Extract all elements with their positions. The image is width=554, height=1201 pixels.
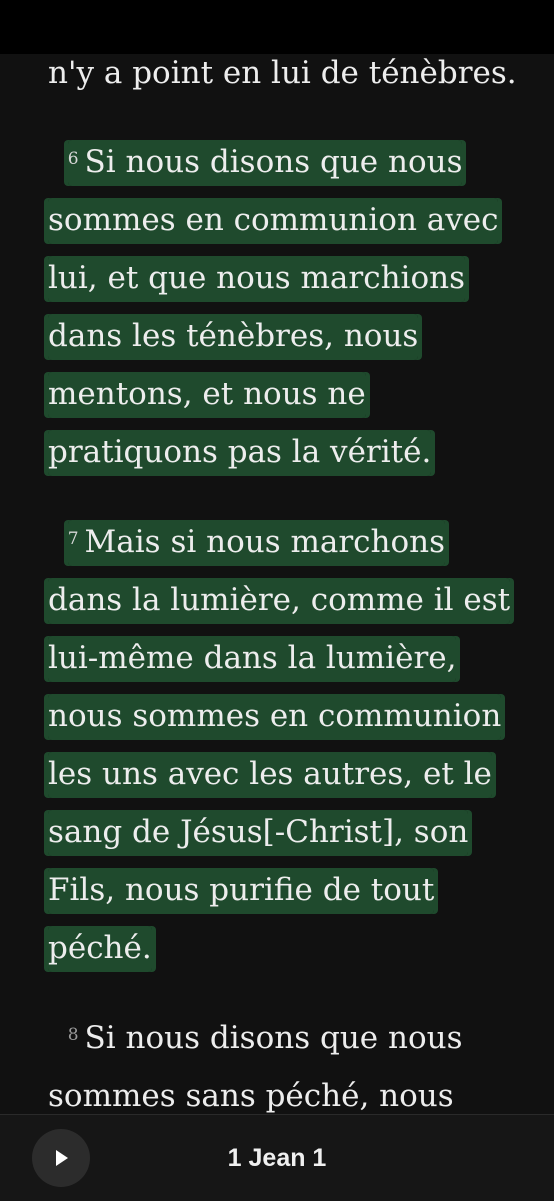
bible-reader[interactable]: n'y a point en lui de ténèbres. 6 Si nous…	[0, 54, 554, 1114]
verse-number: 7	[67, 529, 79, 549]
verse-highlight: 6 Si nous disons que nous sommes en commu…	[48, 140, 499, 476]
verse-6[interactable]: 6 Si nous disons que nous sommes en commu…	[48, 130, 518, 481]
verse-number: 8	[67, 1025, 79, 1045]
verse-text: Si nous disons que nous sommes en commun…	[48, 144, 499, 470]
verse-text: Si nous disons que nous sommes sans péch…	[48, 1020, 463, 1114]
verse-number: 6	[67, 149, 79, 169]
verse-highlight: 7 Mais si nous marchons dans la lumière, …	[48, 520, 511, 972]
verse-7[interactable]: 7 Mais si nous marchons dans la lumière, …	[48, 510, 518, 977]
verse-partial-top: n'y a point en lui de ténèbres.	[48, 54, 518, 102]
verse-8[interactable]: 8 Si nous disons que nous sommes sans péc…	[48, 1006, 518, 1114]
verse-text: n'y a point en lui de ténèbres.	[48, 55, 517, 91]
chapter-title[interactable]: 1 Jean 1	[0, 1140, 554, 1176]
status-bar	[0, 0, 554, 54]
verse-text: Mais si nous marchons dans la lumière, c…	[48, 524, 511, 966]
